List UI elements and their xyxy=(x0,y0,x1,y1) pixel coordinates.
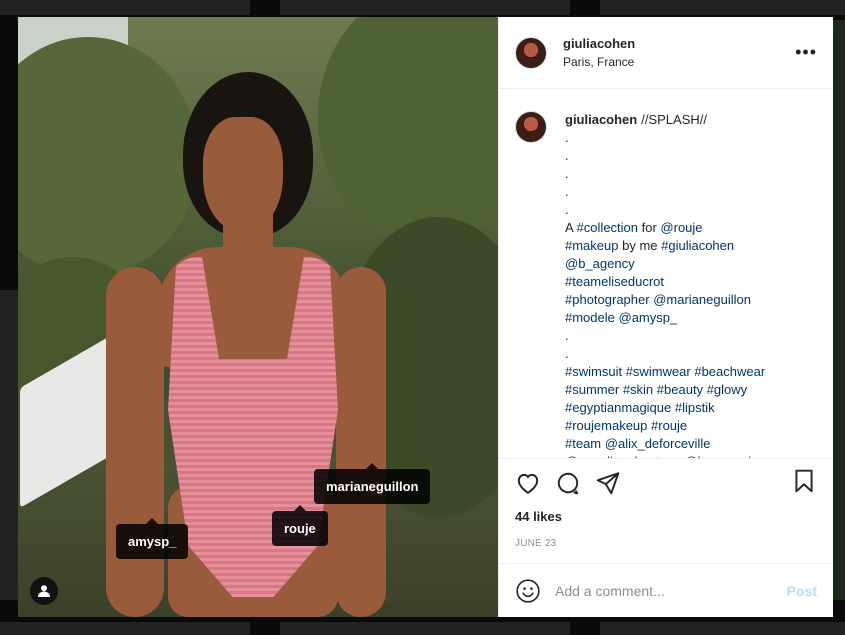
avatar[interactable] xyxy=(515,36,547,69)
hashtag-link[interactable]: #swimwear xyxy=(626,364,691,379)
post-header-text: giuliacohen Paris, France xyxy=(563,36,795,69)
caption-text: . xyxy=(565,346,569,361)
hashtag-link[interactable]: #glowy xyxy=(707,382,747,397)
hashtag-link[interactable]: #makeup xyxy=(565,238,618,253)
hashtag-link[interactable]: #skin xyxy=(623,382,653,397)
photo-foliage xyxy=(18,37,198,277)
caption-line: #swimsuit #swimwear #beachwear xyxy=(565,363,765,381)
mention-link[interactable]: @rouje xyxy=(660,220,702,235)
caption-line: #makeup by me #giuliacohen xyxy=(565,237,765,255)
hashtag-link[interactable]: #team xyxy=(565,436,601,451)
caption-text: . xyxy=(565,166,569,181)
photo-foliage xyxy=(318,17,498,247)
caption-text: by me xyxy=(618,238,662,253)
hashtag-link[interactable]: #swimsuit xyxy=(565,364,622,379)
caption-line: . xyxy=(565,165,765,183)
post-modal: marianeguillon rouje amysp_ giuliacohen … xyxy=(18,17,833,617)
hashtag-link[interactable]: #summer xyxy=(565,382,619,397)
caption-line: . xyxy=(565,327,765,345)
post-caption: giuliacohen //SPLASH//..... A #collection … xyxy=(565,111,765,458)
emoji-icon[interactable] xyxy=(515,578,541,604)
caption-line: #team @alix_deforceville xyxy=(565,435,765,453)
photo-tag-amysp[interactable]: amysp_ xyxy=(116,518,189,559)
mention-link[interactable]: @b_agency xyxy=(565,256,635,271)
caption-text: for xyxy=(638,220,661,235)
action-icons xyxy=(515,469,817,497)
location-link[interactable]: Paris, France xyxy=(563,55,795,69)
caption-text: . xyxy=(565,148,569,163)
hashtag-link[interactable]: #roujemakeup xyxy=(565,418,647,433)
hashtag-link[interactable]: #modele xyxy=(565,310,615,325)
heart-icon[interactable] xyxy=(515,470,541,496)
post-date[interactable]: JUNE 23 xyxy=(515,538,817,549)
caption-line: . xyxy=(565,345,765,363)
hashtag-link[interactable]: #egyptianmagique xyxy=(565,400,671,415)
caption-text: . xyxy=(565,130,569,145)
photo-left-arm xyxy=(106,267,164,617)
post-comment-button[interactable]: Post xyxy=(787,583,817,599)
save-button[interactable] xyxy=(791,468,817,499)
photo-tag-rouje[interactable]: rouje xyxy=(272,505,328,546)
post-photo[interactable]: marianeguillon rouje amysp_ xyxy=(18,17,498,617)
mention-link[interactable]: @marianeguillon xyxy=(653,292,751,307)
photo-tag-label: amysp_ xyxy=(128,534,177,549)
post-actions: 44 likes JUNE 23 xyxy=(499,458,833,563)
hashtag-link[interactable]: #beauty xyxy=(657,382,703,397)
post-side-panel: giuliacohen Paris, France ••• giuliacohe… xyxy=(498,17,833,617)
hashtag-link[interactable]: #beachwear xyxy=(694,364,765,379)
bookmark-icon[interactable] xyxy=(791,468,817,494)
photo-tag-label: rouje xyxy=(284,521,316,536)
caption-text: A xyxy=(565,220,577,235)
mention-link[interactable]: @amysp_ xyxy=(619,310,678,325)
avatar[interactable] xyxy=(515,111,547,143)
photo-tag-label: marianeguillon xyxy=(326,479,419,494)
caption-line: A #collection for @rouje xyxy=(565,219,765,237)
caption-line: giuliacohen //SPLASH// xyxy=(565,111,765,129)
caption-line: #summer #skin #beauty #glowy xyxy=(565,381,765,399)
comments-area[interactable]: giuliacohen //SPLASH//..... A #collection … xyxy=(499,89,833,458)
caption-line: #modele @amysp_ xyxy=(565,309,765,327)
hashtag-link[interactable]: #collection xyxy=(577,220,638,235)
photo-tag-marianeguillon[interactable]: marianeguillon xyxy=(314,463,431,504)
caption-line: #roujemakeup #rouje xyxy=(565,417,765,435)
caption-text: . xyxy=(565,328,569,343)
add-comment-bar: Post xyxy=(499,563,833,617)
caption-line: #egyptianmagique #lipstik xyxy=(565,399,765,417)
user-tags-icon[interactable] xyxy=(30,577,58,605)
photo-right-arm xyxy=(336,267,386,617)
caption-text: . xyxy=(565,202,569,217)
username-link[interactable]: giuliacohen xyxy=(563,36,795,51)
likes-count[interactable]: 44 likes xyxy=(515,509,817,524)
hashtag-link[interactable]: #photographer xyxy=(565,292,650,307)
caption-line: #teameliseducrot xyxy=(565,273,765,291)
post-header: giuliacohen Paris, France ••• xyxy=(499,17,833,89)
more-options-icon[interactable]: ••• xyxy=(795,42,817,63)
caption-username-link[interactable]: giuliacohen xyxy=(565,112,637,127)
hashtag-link[interactable]: #teameliseducrot xyxy=(565,274,664,289)
caption-line: . xyxy=(565,201,765,219)
caption-text: //SPLASH// xyxy=(641,112,707,127)
caption-line: . xyxy=(565,147,765,165)
person-icon xyxy=(38,585,50,597)
mention-link[interactable]: @alix_deforceville xyxy=(605,436,711,451)
caption-line: . xyxy=(565,129,765,147)
hashtag-link[interactable]: #lipstik xyxy=(675,400,715,415)
caption-line: #photographer @marianeguillon xyxy=(565,291,765,309)
caption-line: . xyxy=(565,183,765,201)
share-icon[interactable] xyxy=(595,470,621,496)
hashtag-link[interactable]: #rouje xyxy=(651,418,687,433)
caption-line: @b_agency xyxy=(565,255,765,273)
comment-input[interactable] xyxy=(555,582,787,599)
caption-text: . xyxy=(565,184,569,199)
comment-icon[interactable] xyxy=(555,470,581,496)
hashtag-link[interactable]: #giuliacohen xyxy=(661,238,734,253)
